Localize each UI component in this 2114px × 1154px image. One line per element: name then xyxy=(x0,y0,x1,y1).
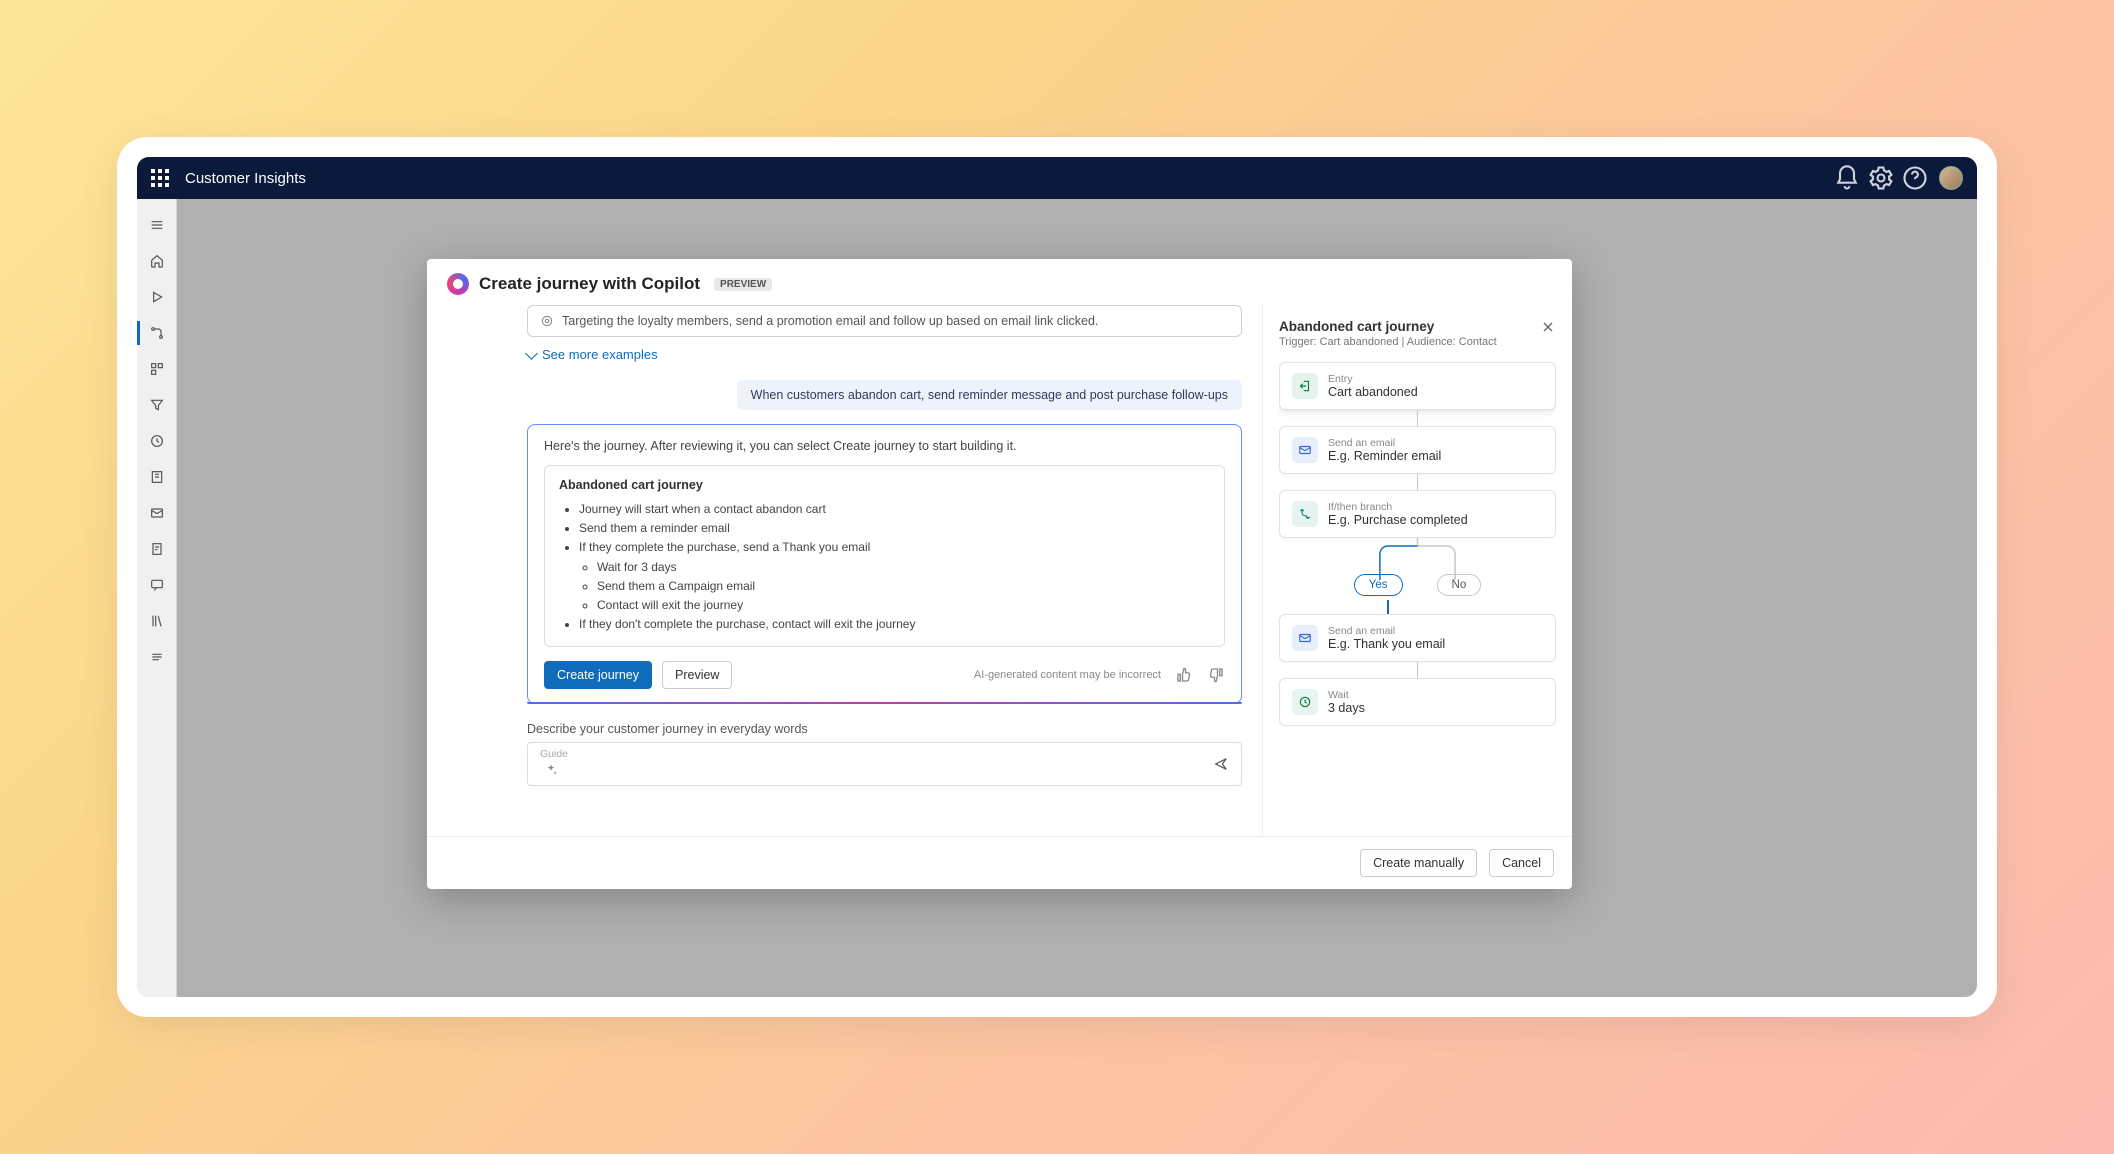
journey-preview-pane: Abandoned cart journey Trigger: Cart aba… xyxy=(1262,305,1572,836)
content-area: Create journey with Copilot PREVIEW Targ… xyxy=(177,199,1977,997)
example-text: Targeting the loyalty members, send a pr… xyxy=(562,314,1098,328)
node-label: If/then branch xyxy=(1328,501,1468,513)
ai-actions-row: Create journey Preview AI-generated cont… xyxy=(544,661,1225,689)
sidebar-journey-icon[interactable] xyxy=(137,315,177,351)
summary-item-text: If they complete the purchase, send a Th… xyxy=(579,540,870,554)
node-label: Send an email xyxy=(1328,625,1445,637)
summary-item: If they don't complete the purchase, con… xyxy=(579,615,1210,634)
sparkle-icon xyxy=(544,763,558,777)
branch-icon xyxy=(1292,501,1318,527)
app-window: Customer Insights xyxy=(137,157,1977,997)
preview-header: Abandoned cart journey Trigger: Cart aba… xyxy=(1279,319,1556,348)
settings-icon[interactable] xyxy=(1867,164,1895,192)
ai-intro-text: Here's the journey. After reviewing it, … xyxy=(544,439,1225,453)
flow-node-branch[interactable]: If/then branch E.g. Purchase completed xyxy=(1279,490,1556,538)
flow-node-wait[interactable]: Wait 3 days xyxy=(1279,678,1556,726)
sidebar-history-icon[interactable] xyxy=(137,423,177,459)
email-icon xyxy=(1292,437,1318,463)
modal-title: Create journey with Copilot xyxy=(479,274,700,294)
journey-flow: Entry Cart abandoned Send an email xyxy=(1279,362,1556,726)
branch-connector xyxy=(1279,538,1556,580)
sidebar-form-icon[interactable] xyxy=(137,531,177,567)
create-journey-button[interactable]: Create journey xyxy=(544,661,652,689)
see-more-examples-link[interactable]: See more examples xyxy=(527,347,1242,362)
sidebar-home-icon[interactable] xyxy=(137,243,177,279)
outer-frame: Customer Insights xyxy=(117,137,1997,1017)
sidebar-library-icon[interactable] xyxy=(137,603,177,639)
node-label: Entry xyxy=(1328,373,1418,385)
summary-item: If they complete the purchase, send a Th… xyxy=(579,538,1210,615)
journey-summary-box: Abandoned cart journey Journey will star… xyxy=(544,465,1225,647)
node-value: Cart abandoned xyxy=(1328,385,1418,399)
prompt-input[interactable]: Guide xyxy=(527,742,1242,786)
cancel-button[interactable]: Cancel xyxy=(1489,849,1554,877)
connector xyxy=(1387,600,1389,614)
sidebar-segments-icon[interactable] xyxy=(137,351,177,387)
modal-footer: Create manually Cancel xyxy=(427,836,1572,889)
preview-button[interactable]: Preview xyxy=(662,661,732,689)
app-title: Customer Insights xyxy=(185,170,306,187)
user-prompt-bubble: When customers abandon cart, send remind… xyxy=(737,380,1242,410)
thumbs-up-icon[interactable] xyxy=(1175,666,1193,684)
prompt-input-label: Describe your customer journey in everyd… xyxy=(527,722,1242,736)
node-value: 3 days xyxy=(1328,701,1365,715)
body: Create journey with Copilot PREVIEW Targ… xyxy=(137,199,1977,997)
node-label: Send an email xyxy=(1328,437,1441,449)
preview-title: Abandoned cart journey xyxy=(1279,319,1497,334)
entry-icon xyxy=(1292,373,1318,399)
summary-subitem: Wait for 3 days xyxy=(597,558,1210,577)
preview-badge: PREVIEW xyxy=(714,278,772,291)
flow-node-entry[interactable]: Entry Cart abandoned xyxy=(1279,362,1556,410)
target-icon xyxy=(540,314,554,328)
summary-subitem: Contact will exit the journey xyxy=(597,596,1210,615)
sidebar-filter-icon[interactable] xyxy=(137,387,177,423)
node-value: E.g. Purchase completed xyxy=(1328,513,1468,527)
topbar: Customer Insights xyxy=(137,157,1977,199)
summary-subitem: Send them a Campaign email xyxy=(597,577,1210,596)
app-launcher-icon[interactable] xyxy=(151,169,169,187)
create-journey-modal: Create journey with Copilot PREVIEW Targ… xyxy=(427,259,1572,889)
sidebar-sms-icon[interactable] xyxy=(137,567,177,603)
sidebar-email-icon[interactable] xyxy=(137,495,177,531)
summary-item: Send them a reminder email xyxy=(579,519,1210,538)
node-label: Wait xyxy=(1328,689,1365,701)
create-manually-button[interactable]: Create manually xyxy=(1360,849,1477,877)
connector xyxy=(1417,474,1419,490)
node-value: E.g. Reminder email xyxy=(1328,449,1441,463)
wait-icon xyxy=(1292,689,1318,715)
guide-hint: Guide xyxy=(540,748,568,760)
flow-node-email[interactable]: Send an email E.g. Reminder email xyxy=(1279,426,1556,474)
summary-item: Journey will start when a contact abando… xyxy=(579,500,1210,519)
thumbs-down-icon[interactable] xyxy=(1207,666,1225,684)
copilot-chat-pane: Targeting the loyalty members, send a pr… xyxy=(427,305,1262,836)
example-suggestion[interactable]: Targeting the loyalty members, send a pr… xyxy=(527,305,1242,337)
preview-subtitle: Trigger: Cart abandoned | Audience: Cont… xyxy=(1279,336,1497,348)
connector xyxy=(1417,662,1419,678)
email-icon xyxy=(1292,625,1318,651)
flow-node-email[interactable]: Send an email E.g. Thank you email xyxy=(1279,614,1556,662)
summary-title: Abandoned cart journey xyxy=(559,478,1210,492)
prompt-input-area: Describe your customer journey in everyd… xyxy=(527,722,1242,786)
ai-response-card: Here's the journey. After reviewing it, … xyxy=(527,424,1242,704)
node-value: E.g. Thank you email xyxy=(1328,637,1445,651)
connector xyxy=(1417,410,1419,426)
sidebar xyxy=(137,199,177,997)
user-avatar[interactable] xyxy=(1939,166,1963,190)
copilot-logo-icon xyxy=(447,273,469,295)
sidebar-menu-icon[interactable] xyxy=(137,207,177,243)
close-icon[interactable] xyxy=(1540,319,1556,335)
notifications-icon[interactable] xyxy=(1833,164,1861,192)
ai-disclaimer: AI-generated content may be incorrect xyxy=(974,669,1161,681)
help-icon[interactable] xyxy=(1901,164,1929,192)
sidebar-settings-icon[interactable] xyxy=(137,639,177,675)
send-icon[interactable] xyxy=(1213,756,1229,772)
modal-header: Create journey with Copilot PREVIEW xyxy=(427,259,1572,305)
sidebar-template-icon[interactable] xyxy=(137,459,177,495)
modal-body: Targeting the loyalty members, send a pr… xyxy=(427,305,1572,836)
see-more-label: See more examples xyxy=(542,347,658,362)
summary-list: Journey will start when a contact abando… xyxy=(559,500,1210,634)
sidebar-play-icon[interactable] xyxy=(137,279,177,315)
